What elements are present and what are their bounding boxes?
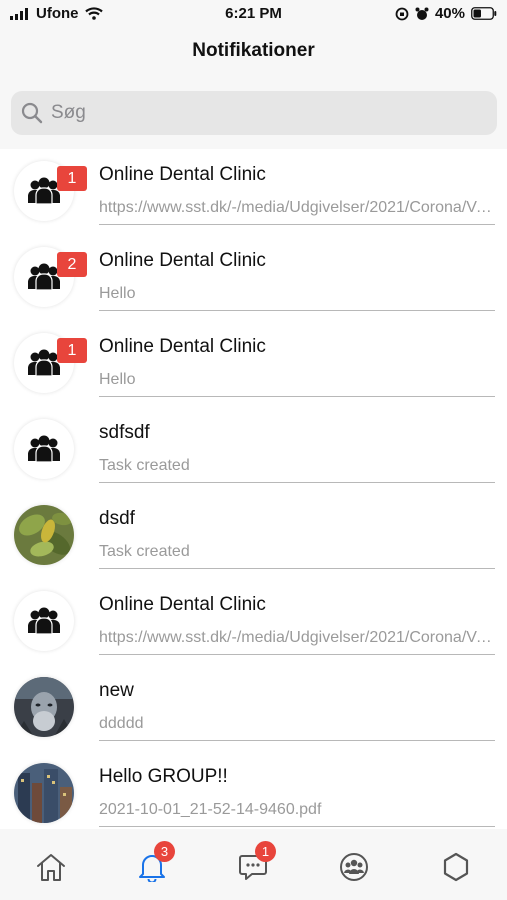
gear-icon (443, 852, 469, 882)
messages-badge: 1 (255, 841, 276, 862)
list-item[interactable]: dsdf Task created (0, 493, 507, 579)
group-icon (28, 607, 60, 635)
divider (99, 310, 495, 311)
list-item[interactable]: Online Dental Clinic https://www.sst.dk/… (0, 579, 507, 665)
portrait-photo (14, 677, 74, 737)
notification-list: 1 Online Dental Clinic https://www.sst.d… (0, 149, 507, 829)
divider (99, 396, 495, 397)
divider (99, 224, 495, 225)
avatar (14, 505, 74, 565)
divider (99, 654, 495, 655)
status-bar: Ufone 6:21 PM 40% (0, 0, 507, 30)
divider (99, 482, 495, 483)
tab-home[interactable] (31, 847, 71, 887)
city-photo (14, 763, 74, 823)
rotation-lock-icon (395, 7, 409, 20)
item-subtitle: https://www.sst.dk/-/media/Udgivelser/20… (99, 199, 494, 216)
tab-notifications[interactable]: 3 (132, 841, 175, 887)
home-icon (37, 854, 65, 881)
tab-settings[interactable] (436, 847, 476, 887)
item-subtitle: Hello (99, 285, 136, 302)
item-subtitle: Task created (99, 543, 190, 560)
search-input[interactable] (51, 102, 471, 124)
group-icon (28, 263, 60, 291)
divider (99, 740, 495, 741)
item-title: Hello GROUP!! (99, 766, 228, 787)
tab-bar: 3 1 (0, 829, 507, 900)
item-title: new (99, 680, 134, 701)
avatar (14, 763, 74, 823)
item-subtitle: https://www.sst.dk/-/media/Udgivelser/20… (99, 629, 494, 646)
page-title: Notifikationer (192, 40, 315, 61)
item-subtitle: Task created (99, 457, 190, 474)
group-icon (28, 349, 60, 377)
item-subtitle: 2021-10-01_21-52-14-9460.pdf (99, 801, 322, 818)
item-title: Online Dental Clinic (99, 594, 266, 615)
unread-badge: 1 (57, 166, 87, 191)
status-right: 40% (395, 5, 497, 22)
tab-groups[interactable] (334, 847, 374, 887)
unread-badge: 2 (57, 252, 87, 277)
group-icon (28, 177, 60, 205)
list-item[interactable]: 2 Online Dental Clinic Hello (0, 235, 507, 321)
list-item[interactable]: Hello GROUP!! 2021-10-01_21-52-14-9460.p… (0, 751, 507, 829)
item-title: Online Dental Clinic (99, 250, 266, 271)
divider (99, 568, 495, 569)
divider (99, 826, 495, 827)
tab-messages[interactable]: 1 (233, 841, 276, 887)
avatar (14, 677, 74, 737)
avatar (14, 591, 74, 651)
avatar (14, 419, 74, 479)
notifications-badge: 3 (154, 841, 175, 862)
item-subtitle: Hello (99, 371, 136, 388)
list-item[interactable]: new ddddd (0, 665, 507, 751)
item-subtitle: ddddd (99, 715, 144, 732)
alarm-icon (415, 7, 429, 20)
search-icon (21, 102, 43, 124)
battery-percent: 40% (434, 5, 465, 22)
unread-badge: 1 (57, 338, 87, 363)
item-title: dsdf (99, 508, 135, 529)
item-title: Online Dental Clinic (99, 336, 266, 357)
list-item[interactable]: 1 Online Dental Clinic https://www.sst.d… (0, 149, 507, 235)
item-title: Online Dental Clinic (99, 164, 266, 185)
item-title: sdfsdf (99, 422, 150, 443)
list-item[interactable]: sdfsdf Task created (0, 407, 507, 493)
list-item[interactable]: 1 Online Dental Clinic Hello (0, 321, 507, 407)
leaf-photo (14, 505, 74, 565)
battery-icon (471, 7, 497, 20)
search-bar[interactable] (11, 91, 497, 135)
groups-icon (340, 853, 368, 881)
group-icon (28, 435, 60, 463)
